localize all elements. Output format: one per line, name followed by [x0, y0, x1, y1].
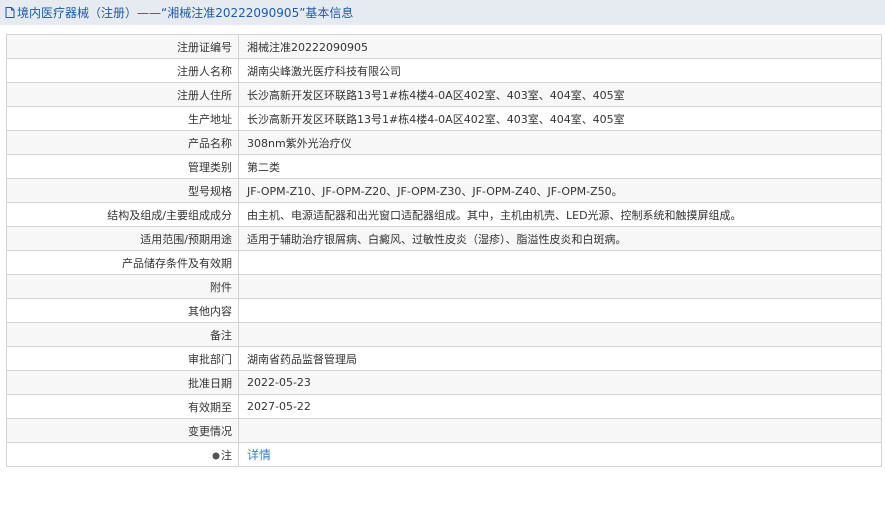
row-label-structure: 结构及组成/主要组成成分	[6, 202, 239, 227]
row-value-registrant-name: 湖南尖峰激光医疗科技有限公司	[238, 58, 882, 83]
row-label-approval-date: 批准日期	[6, 370, 239, 395]
row-value-approval-dept: 湖南省药品监督管理局	[238, 346, 882, 371]
table-row: 注册人住所 长沙高新开发区环联路13号1#栋4楼4-0A区402室、403室、4…	[6, 82, 882, 107]
row-label-product-name: 产品名称	[6, 130, 239, 155]
row-value-approval-date: 2022-05-23	[238, 370, 882, 395]
row-label-registrant-name: 注册人名称	[6, 58, 239, 83]
row-value-changes	[238, 418, 882, 443]
row-label-registration-number: 注册证编号	[6, 34, 239, 59]
table-row: 结构及组成/主要组成成分 由主机、电源适配器和出光窗口适配器组成。其中，主机由机…	[6, 202, 882, 227]
row-value-attachment	[238, 274, 882, 299]
detail-link[interactable]: 详情	[247, 448, 271, 462]
row-value-production-address: 长沙高新开发区环联路13号1#栋4楼4-0A区402室、403室、404室、40…	[238, 106, 882, 131]
table-row: 注 详情	[6, 442, 882, 467]
row-label-registrant-address: 注册人住所	[6, 82, 239, 107]
row-value-other	[238, 298, 882, 323]
document-icon	[5, 7, 15, 18]
table-row: 管理类别 第二类	[6, 154, 882, 179]
row-value-intended-use: 适用于辅助治疗银屑病、白癜风、过敏性皮炎（湿疹）、脂溢性皮炎和白斑病。	[238, 226, 882, 251]
row-value-note: 详情	[238, 442, 882, 467]
note-label: 注	[221, 448, 232, 462]
table-row: 批准日期 2022-05-23	[6, 370, 882, 395]
row-label-remarks: 备注	[6, 322, 239, 347]
row-label-management-category: 管理类别	[6, 154, 239, 179]
row-label-production-address: 生产地址	[6, 106, 239, 131]
row-label-intended-use: 适用范围/预期用途	[6, 226, 239, 251]
row-value-registration-number: 湘械注准20222090905	[238, 34, 882, 59]
row-value-valid-until: 2027-05-22	[238, 394, 882, 419]
table-row: 注册证编号 湘械注准20222090905	[6, 34, 882, 59]
row-value-management-category: 第二类	[238, 154, 882, 179]
table-row: 生产地址 长沙高新开发区环联路13号1#栋4楼4-0A区402室、403室、40…	[6, 106, 882, 131]
table-row: 备注	[6, 322, 882, 347]
row-label-other: 其他内容	[6, 298, 239, 323]
table-row: 注册人名称 湖南尖峰激光医疗科技有限公司	[6, 58, 882, 83]
row-value-structure: 由主机、电源适配器和出光窗口适配器组成。其中，主机由机壳、LED光源、控制系统和…	[238, 202, 882, 227]
row-value-model-spec: JF-OPM-Z10、JF-OPM-Z20、JF-OPM-Z30、JF-OPM-…	[238, 178, 882, 203]
table-row: 审批部门 湖南省药品监督管理局	[6, 346, 882, 371]
table-row: 适用范围/预期用途 适用于辅助治疗银屑病、白癜风、过敏性皮炎（湿疹）、脂溢性皮炎…	[6, 226, 882, 251]
table-row: 附件	[6, 274, 882, 299]
table-row: 产品储存条件及有效期	[6, 250, 882, 275]
table-row: 型号规格 JF-OPM-Z10、JF-OPM-Z20、JF-OPM-Z30、JF…	[6, 178, 882, 203]
table-row: 产品名称 308nm紫外光治疗仪	[6, 130, 882, 155]
row-value-remarks	[238, 322, 882, 347]
row-label-approval-dept: 审批部门	[6, 346, 239, 371]
row-label-attachment: 附件	[6, 274, 239, 299]
row-value-registrant-address: 长沙高新开发区环联路13号1#栋4楼4-0A区402室、403室、404室、40…	[238, 82, 882, 107]
row-label-valid-until: 有效期至	[6, 394, 239, 419]
row-value-product-name: 308nm紫外光治疗仪	[238, 130, 882, 155]
page-title: 境内医疗器械（注册）——“湘械注准20222090905”基本信息	[17, 6, 354, 20]
row-label-note: 注	[6, 442, 239, 467]
row-label-changes: 变更情况	[6, 418, 239, 443]
table-row: 变更情况	[6, 418, 882, 443]
page-title-bar: 境内医疗器械（注册）——“湘械注准20222090905”基本信息	[0, 0, 885, 25]
row-label-storage: 产品储存条件及有效期	[6, 250, 239, 275]
table-row: 其他内容	[6, 298, 882, 323]
table-row: 有效期至 2027-05-22	[6, 394, 882, 419]
row-value-storage	[238, 250, 882, 275]
info-table: 注册证编号 湘械注准20222090905 注册人名称 湖南尖峰激光医疗科技有限…	[6, 34, 882, 467]
pin-icon	[212, 452, 220, 459]
row-label-model-spec: 型号规格	[6, 178, 239, 203]
